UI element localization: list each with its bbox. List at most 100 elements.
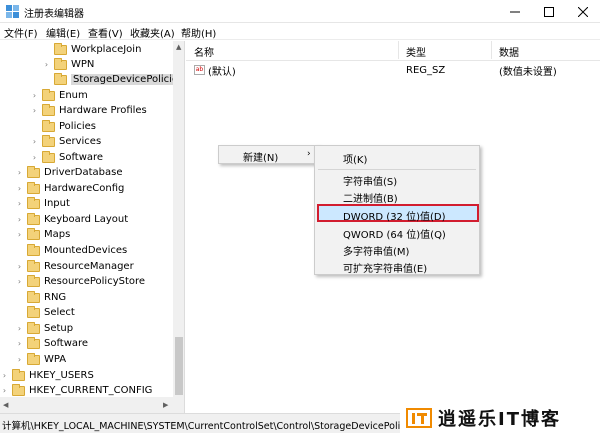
tree-vertical-scrollbar[interactable]: ▲ (173, 41, 184, 397)
folder-icon (27, 290, 40, 303)
tree-item[interactable]: WorkplaceJoin (42, 42, 141, 57)
scroll-right-icon[interactable]: ▶ (163, 401, 168, 409)
registry-key-tree[interactable]: WorkplaceJoin › WPN StorageDevicePolicies… (0, 41, 185, 413)
tree-item[interactable]: Policies (30, 119, 96, 134)
menu-favorites[interactable]: 收藏夹(A) (130, 25, 175, 40)
tree-item[interactable]: › Keyboard Layout (15, 212, 128, 227)
context-menu[interactable]: 新建(N) › (218, 145, 320, 164)
tree-item-label: Keyboard Layout (44, 214, 129, 225)
expand-icon[interactable]: › (15, 262, 24, 271)
column-header-name[interactable]: 名称 (194, 42, 214, 60)
submenu-item-dword[interactable]: DWORD (32 位)值(D) (343, 208, 446, 223)
context-menu-new[interactable]: 新建(N) (243, 149, 278, 164)
folder-icon (27, 196, 40, 209)
tree-item[interactable]: › Enum (30, 88, 88, 103)
tree-item-label: RNG (44, 292, 67, 303)
close-button[interactable] (566, 0, 600, 23)
maximize-icon (544, 6, 554, 17)
tree-item[interactable]: › ResourcePolicyStore (15, 274, 145, 289)
folder-icon (54, 57, 67, 70)
submenu-item-key[interactable]: 项(K) (343, 151, 367, 166)
tree-item[interactable]: › Maps (15, 227, 70, 242)
folder-icon (42, 150, 55, 163)
tree-item[interactable]: › Input (15, 196, 70, 211)
column-separator[interactable] (491, 41, 492, 59)
expand-icon[interactable]: › (0, 386, 9, 395)
tree-item[interactable]: › HKEY_USERS (0, 368, 94, 383)
menu-help[interactable]: 帮助(H) (181, 25, 216, 40)
menu-view[interactable]: 查看(V) (88, 25, 123, 40)
folder-icon (27, 321, 40, 334)
submenu-arrow-icon: › (307, 149, 311, 159)
tree-item[interactable]: › WPA (15, 352, 66, 367)
menu-separator (318, 169, 476, 170)
expand-icon[interactable]: › (15, 199, 24, 208)
value-name: (默认) (208, 66, 236, 78)
folder-icon (27, 259, 40, 272)
tree-item-label: Setup (44, 323, 74, 334)
expand-icon[interactable]: › (30, 137, 39, 146)
minimize-button[interactable] (498, 0, 532, 23)
new-submenu[interactable]: 项(K) 字符串值(S) 二进制值(B) DWORD (32 位)值(D) QW… (314, 145, 480, 275)
tree-item[interactable]: › Services (30, 134, 101, 149)
tree-item[interactable]: Select (15, 305, 75, 320)
scroll-up-icon[interactable]: ▲ (176, 43, 181, 51)
folder-icon (27, 352, 40, 365)
expand-icon[interactable]: › (15, 168, 24, 177)
folder-icon (27, 212, 40, 225)
blog-logo-icon (406, 407, 432, 428)
tree-item-selected[interactable]: StorageDevicePolicies (42, 72, 184, 87)
tree-item[interactable]: › Setup (15, 321, 73, 336)
scrollbar-thumb[interactable] (175, 337, 183, 395)
tree-item[interactable]: › HKEY_CURRENT_CONFIG (0, 383, 152, 398)
column-separator[interactable] (398, 41, 399, 59)
folder-icon (54, 42, 67, 55)
maximize-button[interactable] (532, 0, 566, 23)
tree-item-label: HKEY_USERS (29, 370, 94, 381)
tree-item[interactable]: › DriverDatabase (15, 165, 123, 180)
status-path: 计算机\HKEY_LOCAL_MACHINE\SYSTEM\CurrentCon… (2, 421, 419, 432)
expand-icon[interactable]: › (15, 339, 24, 348)
submenu-item-qword[interactable]: QWORD (64 位)值(Q) (343, 226, 446, 241)
tree-item-label: WPA (44, 354, 67, 365)
expand-icon[interactable]: › (30, 91, 39, 100)
value-row[interactable]: ab (默认) REG_SZ (数值未设置) (194, 62, 600, 78)
submenu-item-string[interactable]: 字符串值(S) (343, 173, 397, 188)
scroll-left-icon[interactable]: ◀ (3, 401, 8, 409)
expand-icon[interactable]: › (15, 215, 24, 224)
tree-item[interactable]: › HardwareConfig (15, 181, 124, 196)
tree-item[interactable]: › Software (30, 150, 103, 165)
expand-icon[interactable]: › (30, 106, 39, 115)
submenu-item-expandstring[interactable]: 可扩充字符串值(E) (343, 260, 427, 275)
expand-icon[interactable]: › (15, 277, 24, 286)
tree-item-label: HKEY_CURRENT_CONFIG (29, 385, 153, 396)
minimize-icon (510, 11, 520, 12)
tree-horizontal-scrollbar[interactable]: ◀ ▶ (0, 397, 184, 413)
folder-icon (54, 72, 67, 85)
menu-bar: 文件(F) 编辑(E) 查看(V) 收藏夹(A) 帮助(H) (0, 23, 600, 40)
expand-icon[interactable]: › (15, 355, 24, 364)
menu-edit[interactable]: 编辑(E) (46, 25, 80, 40)
tree-item[interactable]: › Hardware Profiles (30, 103, 147, 118)
submenu-item-multistring[interactable]: 多字符串值(M) (343, 243, 409, 258)
expand-icon[interactable]: › (15, 184, 24, 193)
expand-icon[interactable]: › (15, 230, 24, 239)
column-header-type[interactable]: 类型 (406, 42, 426, 60)
tree-item[interactable]: MountedDevices (15, 243, 127, 258)
folder-icon (12, 383, 25, 396)
title-bar: 注册表编辑器 (0, 0, 600, 23)
menu-file[interactable]: 文件(F) (4, 25, 38, 40)
tree-item[interactable]: › WPN (42, 57, 94, 72)
expand-icon[interactable]: › (30, 153, 39, 162)
submenu-item-binary[interactable]: 二进制值(B) (343, 190, 398, 205)
tree-item[interactable]: › Software (15, 336, 88, 351)
column-header-data[interactable]: 数据 (499, 42, 519, 60)
tree-item[interactable]: › ResourceManager (15, 259, 134, 274)
tree-item[interactable]: RNG (15, 290, 66, 305)
expand-icon[interactable]: › (15, 324, 24, 333)
expand-icon[interactable]: › (0, 371, 9, 380)
folder-icon (27, 243, 40, 256)
close-icon (578, 6, 588, 17)
expand-icon[interactable]: › (42, 60, 51, 69)
folder-icon (27, 227, 40, 240)
